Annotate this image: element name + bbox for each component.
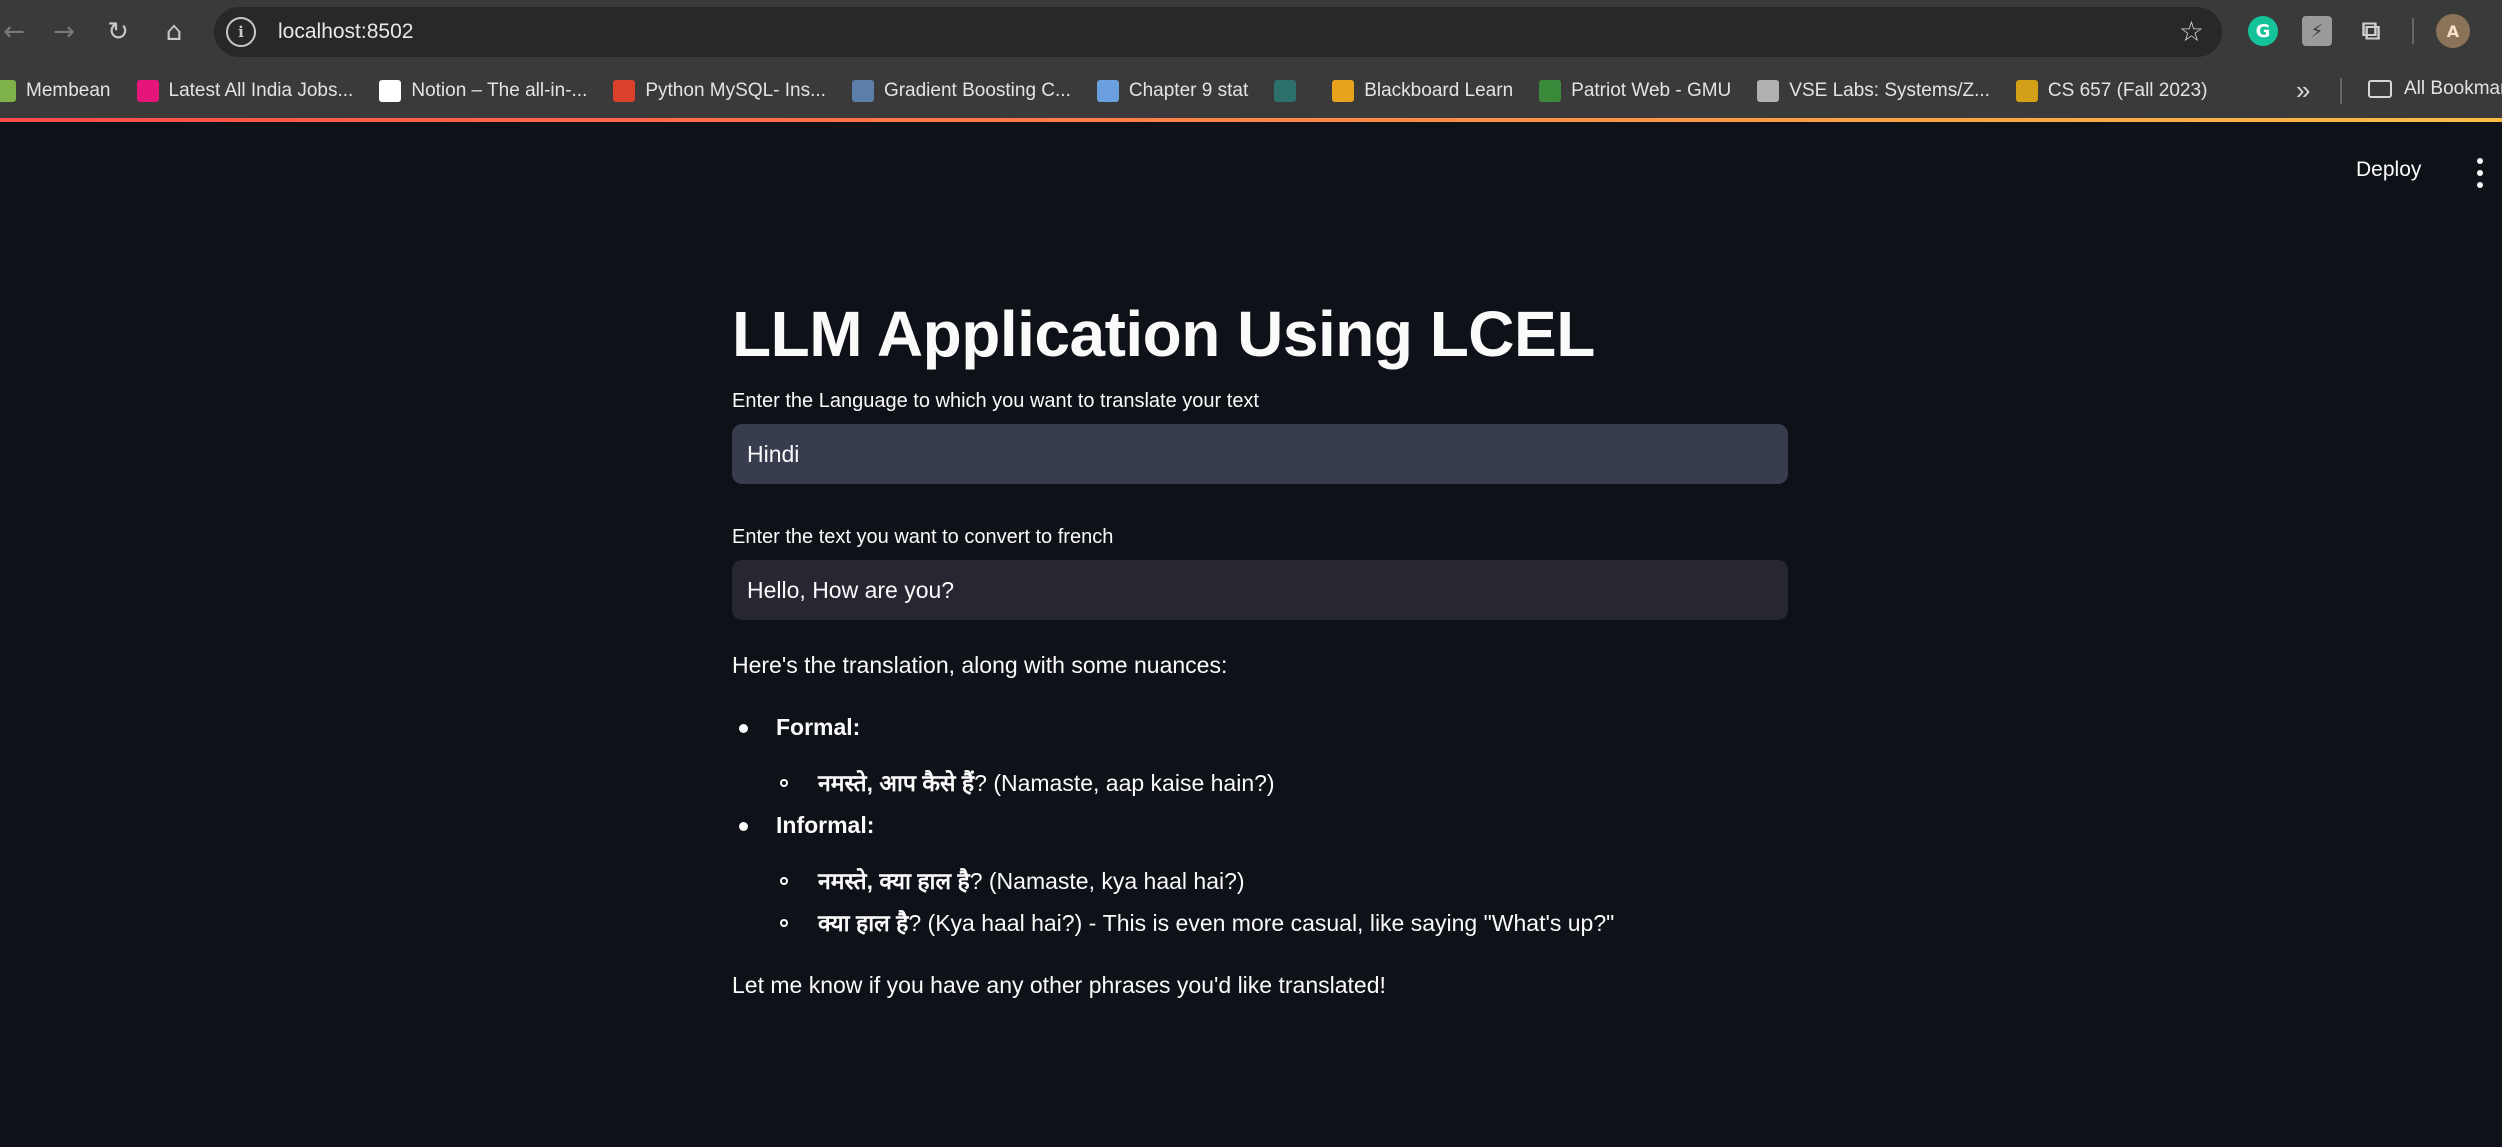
bookmark-favicon-icon	[1096, 80, 1119, 102]
grammarly-extension-icon[interactable]: G	[2248, 16, 2278, 46]
bookmark-favicon-icon	[379, 80, 402, 102]
list-item: Informal:	[732, 808, 1788, 842]
bookmark-item[interactable]: Python MySQL- Ins...	[613, 80, 826, 102]
bookmark-item[interactable]: Membean	[0, 80, 111, 102]
address-bar[interactable]: i localhost:8502 ☆	[214, 7, 2222, 57]
bookmark-favicon-icon	[2015, 80, 2038, 102]
formal-sublist-wrapper: नमस्ते, आप कैसे हैं? (Namaste, aap kaise…	[732, 766, 1788, 800]
bookmark-label: Membean	[26, 80, 111, 101]
bookmarks-bar: Membean Latest All India Jobs... Notion – …	[0, 64, 2502, 118]
list-item: Formal:	[732, 710, 1788, 744]
list-item: नमस्ते, आप कैसे हैं? (Namaste, aap kaise…	[732, 766, 1788, 800]
hindi-text: नमस्ते, आप कैसे हैं	[818, 770, 975, 796]
bookmark-label: CS 657 (Fall 2023)	[2047, 80, 2208, 101]
browser-toolbar: ← → ↻ ⌂ i localhost:8502 ☆ G ⚡ ⧉ A	[0, 0, 2502, 64]
all-bookmarks-button[interactable]: All Bookmar	[2368, 78, 2502, 100]
bookmarks-divider	[2340, 78, 2342, 104]
bookmark-star-icon[interactable]: ☆	[2179, 15, 2204, 48]
informal-sublist: नमस्ते, क्या हाल है? (Namaste, kya haal …	[732, 864, 1788, 940]
main-content: LLM Application Using LCEL Enter the Lan…	[732, 286, 1788, 1002]
output-closing: Let me know if you have any other phrase…	[732, 972, 1386, 998]
bookmark-favicon-icon	[613, 80, 636, 102]
url-text[interactable]: localhost:8502	[278, 20, 413, 44]
bookmark-label: Gradient Boosting C...	[883, 80, 1071, 101]
all-bookmarks-label: All Bookmar	[2404, 78, 2502, 99]
bookmark-favicon-icon	[1332, 80, 1355, 102]
bookmark-item[interactable]: Gradient Boosting C...	[851, 80, 1071, 102]
main-menu-icon[interactable]	[2474, 158, 2486, 188]
formal-heading: Formal:	[776, 714, 861, 740]
profile-avatar[interactable]: A	[2436, 14, 2470, 48]
bookmark-favicon-icon	[1757, 80, 1780, 102]
informal-heading: Informal:	[776, 812, 875, 838]
bookmark-item[interactable]: Patriot Web - GMU	[1539, 80, 1731, 102]
text-input[interactable]	[732, 560, 1788, 620]
reload-icon[interactable]: ↻	[96, 10, 140, 54]
bookmark-label: Patriot Web - GMU	[1571, 80, 1732, 101]
bookmark-item[interactable]: Chapter 9 stat	[1096, 80, 1249, 102]
bolt-extension-icon[interactable]: ⚡	[2302, 16, 2332, 46]
home-icon[interactable]: ⌂	[152, 10, 196, 54]
back-arrow-icon[interactable]: ←	[0, 10, 36, 54]
page-title: LLM Application Using LCEL	[732, 298, 1595, 370]
bookmarks-list: Membean Latest All India Jobs... Notion – …	[0, 80, 2233, 102]
nuance-list: Formal: नमस्ते, आप कैसे हैं? (Namaste, a…	[732, 710, 1788, 940]
bookmark-item[interactable]: Latest All India Jobs...	[136, 80, 354, 102]
forward-arrow-icon[interactable]: →	[42, 10, 86, 54]
language-input[interactable]	[732, 424, 1788, 484]
list-item: क्या हाल है? (Kya haal hai?) - This is e…	[732, 906, 1788, 940]
bookmark-label: Blackboard Learn	[1364, 80, 1514, 101]
output-intro: Here's the translation, along with some …	[732, 652, 1228, 678]
menu-dot	[2477, 182, 2483, 188]
bookmark-favicon-icon	[0, 80, 16, 102]
bookmark-label: Latest All India Jobs...	[168, 80, 354, 101]
menu-dot	[2477, 170, 2483, 176]
language-field-label: Enter the Language to which you want to …	[732, 390, 1259, 412]
bookmark-favicon-icon	[1274, 80, 1297, 102]
deploy-button[interactable]: Deploy	[2356, 158, 2421, 182]
bookmark-label: VSE Labs: Systems/Z...	[1789, 80, 1990, 101]
bookmark-item[interactable]: Blackboard Learn	[1332, 80, 1513, 102]
hindi-text: नमस्ते, क्या हाल है	[818, 868, 970, 894]
informal-sublist-wrapper: नमस्ते, क्या हाल है? (Namaste, kya haal …	[732, 864, 1788, 940]
bookmark-item[interactable]	[1274, 80, 1306, 102]
bookmark-label: Notion – The all-in-...	[411, 80, 588, 101]
transliteration-text: ? (Namaste, aap kaise hain?)	[974, 770, 1275, 796]
list-item: नमस्ते, क्या हाल है? (Namaste, kya haal …	[732, 864, 1788, 898]
bookmark-favicon-icon	[1539, 80, 1562, 102]
more-bookmarks-icon[interactable]: »	[2296, 75, 2310, 106]
bookmark-item[interactable]: Notion – The all-in-...	[379, 80, 587, 102]
menu-dot	[2477, 158, 2483, 164]
bookmark-item[interactable]: CS 657 (Fall 2023)	[2015, 80, 2208, 102]
bookmark-label: Chapter 9 stat	[1128, 80, 1249, 101]
formal-sublist: नमस्ते, आप कैसे हैं? (Namaste, aap kaise…	[732, 766, 1788, 800]
app-decoration-bar	[0, 118, 2502, 122]
transliteration-text: ? (Namaste, kya haal hai?)	[969, 868, 1245, 894]
toolbar-divider	[2412, 18, 2414, 44]
extensions-puzzle-icon[interactable]: ⧉	[2356, 16, 2386, 46]
bookmark-favicon-icon	[851, 80, 874, 102]
hindi-text: क्या हाल है	[818, 910, 909, 936]
bookmark-item[interactable]: VSE Labs: Systems/Z...	[1757, 80, 1990, 102]
translation-output: Here's the translation, along with some …	[732, 648, 1788, 1002]
site-info-icon[interactable]: i	[226, 17, 256, 47]
transliteration-text: ? (Kya haal hai?) - This is even more ca…	[908, 910, 1615, 936]
text-field-label: Enter the text you want to convert to fr…	[732, 526, 1114, 548]
folder-icon	[2368, 80, 2392, 98]
bookmark-label: Python MySQL- Ins...	[645, 80, 826, 101]
bookmark-favicon-icon	[136, 80, 159, 102]
